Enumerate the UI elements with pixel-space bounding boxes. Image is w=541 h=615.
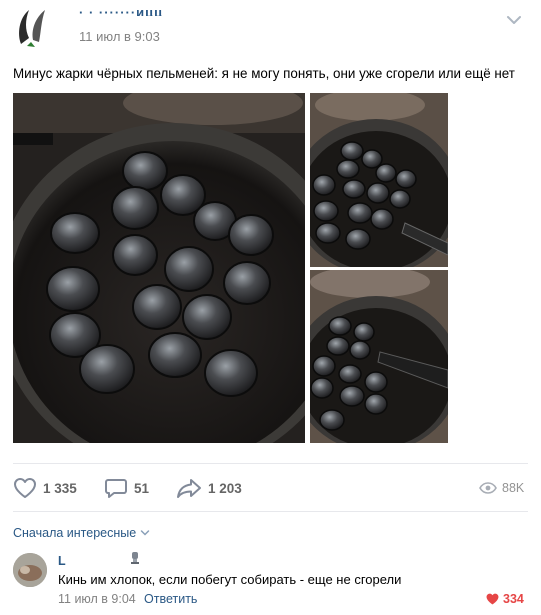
post-photo-main[interactable] — [13, 93, 305, 443]
comment-author-avatar[interactable] — [13, 553, 47, 587]
photo-icon — [13, 93, 305, 443]
post-photo-2[interactable] — [310, 93, 448, 267]
post-photo-3[interactable] — [310, 270, 448, 443]
like-count: 1 335 — [43, 480, 77, 496]
reply-button[interactable]: Ответить — [144, 592, 197, 606]
views-count: 88K — [502, 481, 525, 495]
comment-button[interactable]: 51 — [104, 476, 149, 500]
divider — [13, 511, 528, 512]
heart-icon — [486, 593, 499, 605]
comment-like-button[interactable]: 334 — [486, 592, 524, 606]
share-button[interactable]: 1 203 — [176, 476, 242, 500]
comment-count: 51 — [134, 480, 150, 496]
chevron-down-icon — [140, 530, 150, 536]
chevron-down-icon[interactable] — [503, 10, 525, 30]
comment-author-name[interactable]: L — [58, 554, 66, 568]
post: · · ·······ицц 11 июл в 9:03 Минус жарки… — [0, 0, 541, 615]
comments-sort-label: Сначала интересные — [13, 526, 137, 540]
comment-timestamp[interactable]: 11 июл в 9:04 — [58, 592, 136, 606]
photo-icon — [310, 93, 448, 267]
views-counter: 88K — [479, 479, 524, 497]
like-button[interactable]: 1 335 — [13, 476, 77, 500]
divider — [13, 463, 528, 464]
share-icon — [177, 479, 201, 498]
post-timestamp[interactable]: 11 июл в 9:03 — [79, 29, 160, 44]
comment-like-count: 334 — [503, 592, 524, 606]
comment-icon — [105, 479, 127, 498]
author-name[interactable]: · · ·······ицц — [79, 6, 163, 16]
post-text: Минус жарки чёрных пельменей: я не могу … — [13, 66, 515, 81]
author-avatar[interactable] — [13, 4, 59, 50]
eye-icon — [479, 482, 497, 494]
trophy-icon — [130, 551, 140, 565]
photo-icon — [310, 270, 448, 443]
comment-text: Кинь им хлопок, если побегут собирать - … — [58, 572, 402, 587]
comments-sort-dropdown[interactable]: Сначала интересные — [13, 526, 150, 540]
share-count: 1 203 — [208, 480, 242, 496]
heart-icon — [14, 478, 36, 498]
